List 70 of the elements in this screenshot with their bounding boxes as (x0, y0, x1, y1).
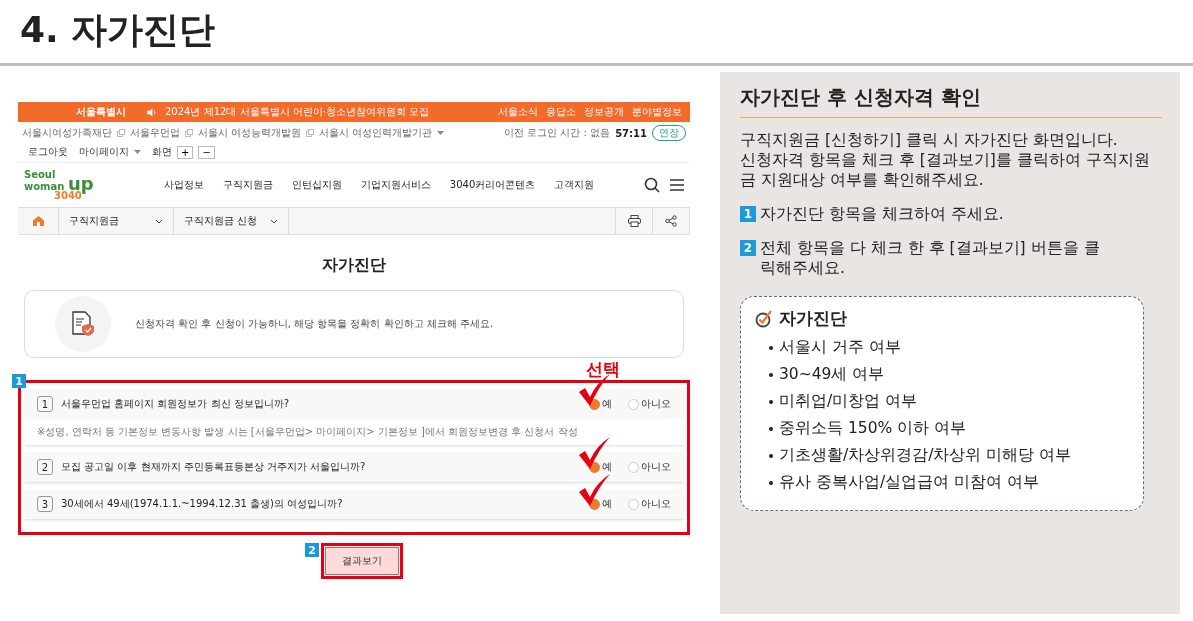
page-title: 자가진단 (321, 254, 387, 276)
caret-icon (134, 149, 141, 155)
bullet-icon (769, 372, 773, 377)
bullet-icon (769, 399, 773, 404)
share-icon[interactable] (665, 215, 677, 227)
nav-menu-item[interactable]: 고객지원 (554, 178, 595, 192)
step-text: 전체 항목을 다 체크 한 후 [결과보기] 버튼을 클릭해주세요. (760, 238, 1101, 278)
chevron-icon (155, 218, 163, 224)
session-timer: 57:11 (615, 127, 647, 139)
home-icon[interactable] (32, 216, 44, 226)
nav-menu-item[interactable]: 기업지원서비스 (360, 178, 431, 192)
mypage-menu[interactable]: 마이페이지 (79, 145, 129, 159)
radio-option[interactable]: 아니오 (628, 460, 671, 474)
family-site-link[interactable]: 서울시여성가족재단 (22, 126, 112, 140)
question-number: 2 (37, 459, 53, 475)
family-site-link[interactable]: 서울시 여성인력개발기관 (319, 126, 433, 140)
bullet-icon (769, 480, 773, 485)
guide-description: 구직지원금 [신청하기] 클릭 시 자가진단 화면입니다. (740, 130, 1119, 150)
nav-menu-item[interactable]: 구직지원금 (222, 178, 273, 192)
nav-menu-item[interactable]: 3040커리어콘텐츠 (449, 178, 536, 192)
search-icon[interactable] (644, 177, 660, 193)
checklist-item: 30~49세 여부 (779, 364, 885, 385)
checklist-item: 서울시 거주 여부 (779, 337, 901, 358)
question-text: 30세에서 49세(1974.1.1.~1994.12.31 출생)의 여성입니까? (61, 497, 343, 511)
family-site-link[interactable]: 서울우먼업 (130, 126, 180, 140)
annotation-label: 선택 (586, 358, 620, 381)
step-badge: 1 (740, 206, 756, 222)
result-button[interactable]: 결과보기 (325, 547, 399, 575)
question-number: 3 (37, 496, 53, 512)
checklist-item: 유사 중복사업/실업급여 미참여 여부 (779, 472, 1039, 493)
checklist-item: 기초생활/차상위경감/차상위 미해당 여부 (779, 445, 1072, 466)
family-site-link[interactable]: 서울시 여성능력개발원 (198, 126, 302, 140)
step-badge: 2 (740, 240, 756, 256)
menu-icon[interactable] (670, 179, 684, 191)
checklist-item: 미취업/미창업 여부 (779, 391, 918, 412)
step-badge: 1 (12, 374, 26, 388)
radio-option[interactable]: 아니오 (628, 397, 671, 411)
step-badge: 2 (305, 543, 319, 557)
print-icon[interactable] (627, 215, 641, 227)
checklist-item: 중위소득 150% 이하 여부 (779, 418, 967, 439)
breadcrumb-dropdown[interactable]: 구직지원금 신청 (174, 208, 289, 234)
question-note: ※성명, 연락처 등 기본정보 변동사항 발생 시는 [서울우먼업> 마이페이지> 기본정보 ]에서 회원정보변경 후 신청서 작성 (36, 425, 579, 439)
zoom-label: 화면 (152, 145, 172, 159)
guide-title: 자가진단 후 신청자격 확인 (740, 84, 1162, 118)
check-mark-annotation (577, 436, 611, 470)
logout-link[interactable]: 로그아웃 (28, 145, 68, 159)
zoom-in-button[interactable]: + (177, 145, 194, 159)
document-shield-icon (71, 311, 95, 337)
notice-text: 신청자격 확인 후 신청이 가능하니, 해당 항목을 정확히 확인하고 체크해 주세요. (135, 317, 494, 331)
login-time: 이전 로그인 시간 : 없음 (504, 126, 611, 140)
step-text: 자가진단 항목을 체크하여 주세요. (760, 204, 1005, 224)
extend-button[interactable]: 연장 (652, 125, 686, 141)
question-text: 서울우먼업 홈페이지 회원정보가 최신 정보입니까? (61, 397, 290, 411)
bullet-icon (769, 345, 773, 350)
bullet-icon (769, 453, 773, 458)
bullet-icon (769, 426, 773, 431)
nav-menu-item[interactable]: 사업정보 (163, 178, 204, 192)
breadcrumb-dropdown[interactable]: 구직지원금 (59, 208, 174, 234)
chevron-icon (270, 218, 278, 224)
nav-menu-item[interactable]: 인턴십지원 (291, 178, 342, 192)
guide-description: 신청자격 항목을 체크 후 [결과보기]를 클릭하여 구직지원금 지원대상 여부를 확인해주세요. (740, 150, 1151, 190)
speaker-icon (146, 107, 157, 117)
radio-option[interactable]: 아니오 (628, 497, 671, 511)
question-text: 모집 공고일 이후 현재까지 주민등록표등본상 거주지가 서울입니까? (61, 460, 366, 474)
check-mark-annotation (577, 473, 611, 507)
checklist-title: 자가진단 (779, 307, 847, 330)
check-circle-icon (755, 309, 773, 328)
question-number: 1 (37, 396, 53, 412)
zoom-out-button[interactable]: − (198, 145, 215, 159)
page-heading: 4. 자가진단 (20, 8, 216, 52)
